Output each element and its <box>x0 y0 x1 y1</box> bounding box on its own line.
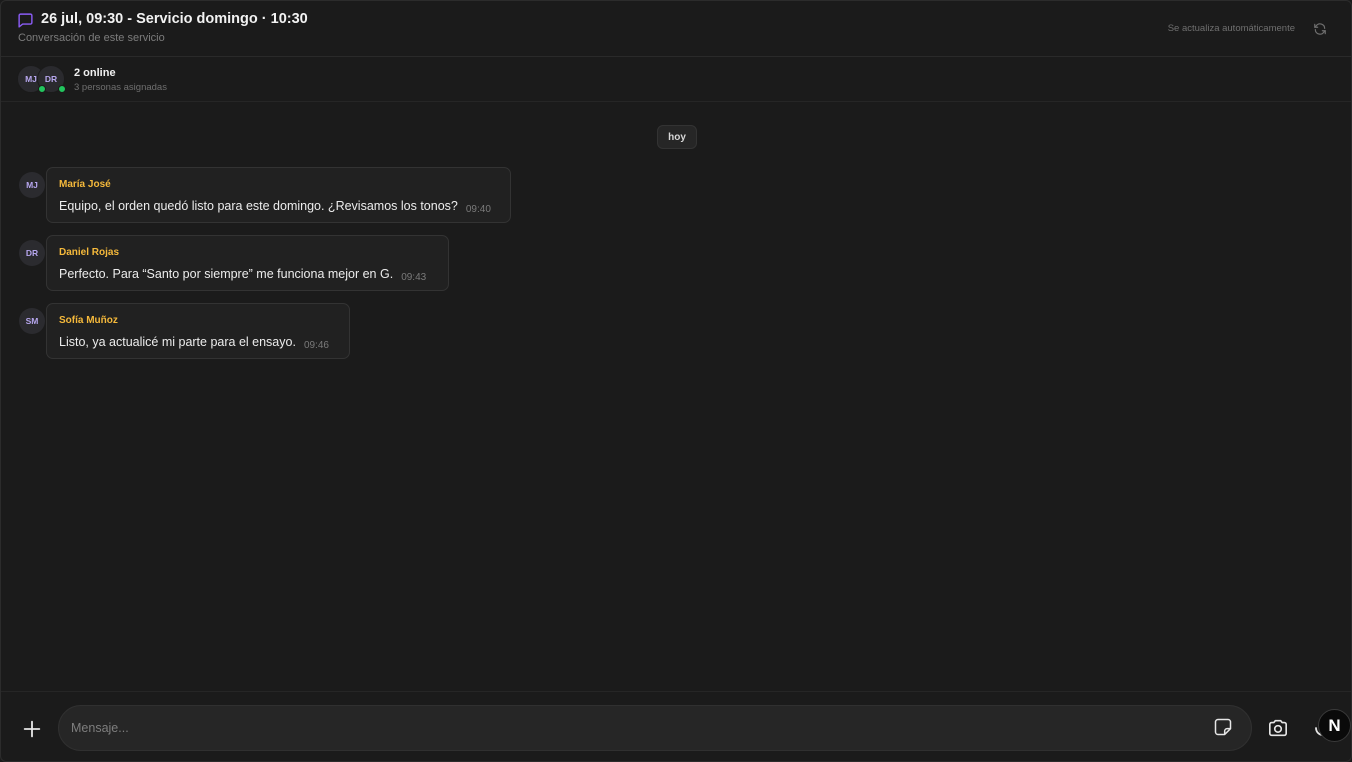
chat-window: 26 jul, 09:30 - Servicio domingo · 10:30… <box>0 0 1352 762</box>
chat-header: 26 jul, 09:30 - Servicio domingo · 10:30… <box>1 1 1351 57</box>
page-subtitle: Conversación de este servicio <box>18 32 165 44</box>
message-author: Daniel Rojas <box>59 247 120 258</box>
message-author: María José <box>59 179 111 190</box>
chat-bubble-icon <box>18 13 33 28</box>
message-text: Listo, ya actualicé mi parte para el ens… <box>59 335 296 349</box>
message-bubble: Daniel Rojas Perfecto. Para “Santo por s… <box>46 235 449 291</box>
message-text: Perfecto. Para “Santo por siempre” me fu… <box>59 267 394 281</box>
message-avatar: DR <box>19 240 45 266</box>
presence-bar <box>1 57 1351 102</box>
camera-icon[interactable] <box>1267 718 1289 738</box>
message-time: 09:43 <box>401 272 427 283</box>
app-badge[interactable]: N <box>1318 709 1351 742</box>
message-text: Equipo, el orden quedó listo para este d… <box>59 199 458 213</box>
message-avatar: MJ <box>19 172 45 198</box>
message-bubble: María José Equipo, el orden quedó listo … <box>46 167 511 223</box>
autoupdate-label: Se actualiza automáticamente <box>1167 23 1295 34</box>
message-time: 09:46 <box>303 340 329 351</box>
message-time: 09:40 <box>465 204 491 215</box>
composer-bar <box>1 691 1351 761</box>
sticker-icon[interactable] <box>1213 717 1233 737</box>
message-bubble: Sofía Muñoz Listo, ya actualicé mi parte… <box>46 303 350 359</box>
online-indicator <box>58 85 66 93</box>
refresh-button[interactable] <box>1311 20 1329 38</box>
message-author: Sofía Muñoz <box>59 315 118 326</box>
message-avatar: SM <box>19 308 45 334</box>
plus-icon[interactable] <box>21 718 43 740</box>
online-count: 2 online <box>74 67 116 79</box>
refresh-icon <box>1314 23 1326 35</box>
assigned-count: 3 personas asignadas <box>74 82 167 93</box>
online-indicator <box>38 85 46 93</box>
date-separator: hoy <box>657 125 697 149</box>
message-input-wrapper <box>58 705 1252 751</box>
message-input[interactable] <box>71 706 1201 750</box>
page-title: 26 jul, 09:30 - Servicio domingo · 10:30 <box>41 11 308 27</box>
